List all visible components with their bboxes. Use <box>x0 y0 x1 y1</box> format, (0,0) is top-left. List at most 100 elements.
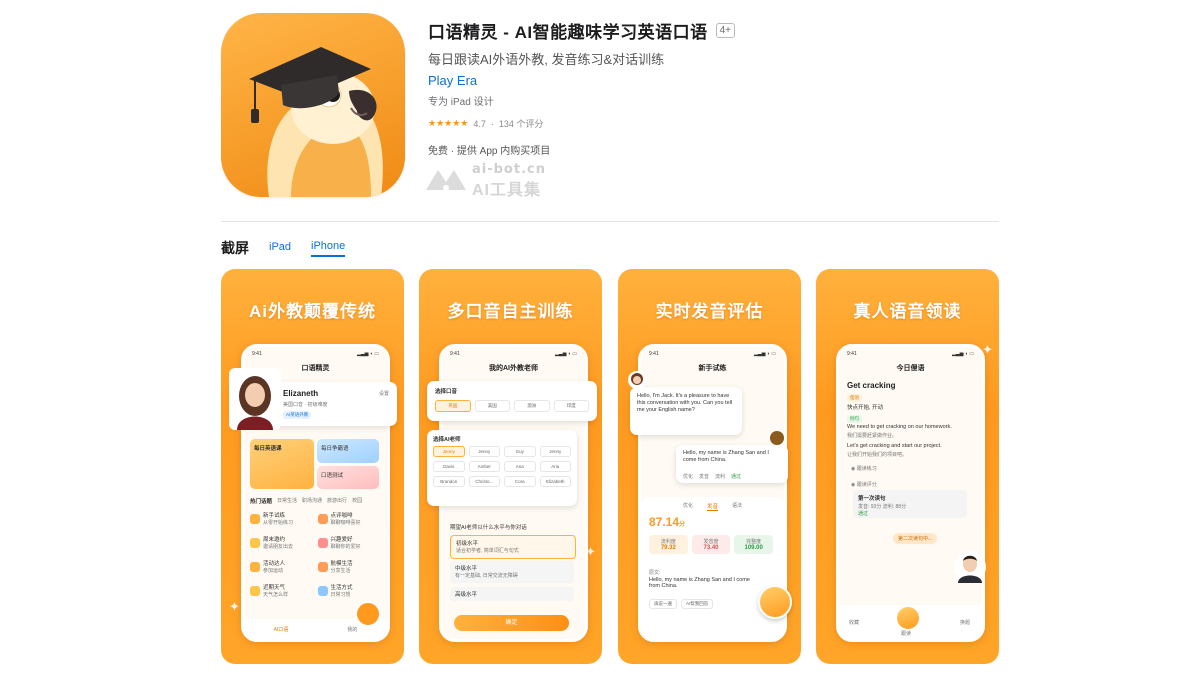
card-headline: Ai外教颠覆传统 <box>249 302 376 321</box>
designed-for-label: 专为 iPad 设计 <box>428 97 494 108</box>
search-icon[interactable] <box>770 431 784 445</box>
screenshot-card-2[interactable]: 多口音自主训练 ✦ 9:41 ▂▃▅ ◗ ▭ 我的AI外教老师 期望AI老师以什么… <box>419 269 602 664</box>
accent-option[interactable]: 英国 <box>435 400 471 412</box>
tab-hot[interactable]: 热门话题 <box>250 497 272 505</box>
tab-travel[interactable]: 旅游出行 <box>327 497 347 505</box>
slang-meaning: 快点开始, 开动 <box>847 405 884 411</box>
rating-count: 134 个评分 <box>498 119 544 129</box>
example-tag: 例句 <box>847 415 862 423</box>
metric-fluency: 流利度 79.32 <box>649 535 688 554</box>
list-item[interactable]: 生活方式 日常习惯 <box>317 583 382 598</box>
original-label: 原文: <box>649 570 661 576</box>
eval-tab[interactable]: 发音 <box>706 502 718 511</box>
teacher-option[interactable]: Ana <box>504 461 536 472</box>
speaking-test-tile[interactable]: 口语测试 <box>317 466 379 489</box>
tab-daily[interactable]: 日常生活 <box>277 497 297 505</box>
screenshots-header: 截屏 iPad iPhone <box>221 238 346 258</box>
watermark-name: AI工具集 <box>472 182 542 199</box>
list-item[interactable]: 兴趣爱好 聊聊你的爱好 <box>317 535 382 550</box>
eval-tab[interactable]: 语法 <box>732 502 742 511</box>
level-option-advanced[interactable]: 高级水平 <box>450 587 574 601</box>
list-item[interactable]: 航模生活 分享生活 <box>317 559 382 574</box>
settings-link[interactable]: 设置 <box>379 390 389 397</box>
accent-option[interactable]: 美国 <box>474 400 510 412</box>
ai-message-text: Hello, I'm Jack. It's a pleasure to have… <box>637 393 733 413</box>
tile-label: 口语测试 <box>321 473 344 479</box>
teacher-option[interactable]: Davis <box>433 461 465 472</box>
example-2-cn: 让我们开始我们的项目吧。 <box>847 452 908 458</box>
retry-pill[interactable]: 再说一遍 <box>649 599 677 609</box>
card-headline: 多口音自主训练 <box>447 302 574 321</box>
accent-options: 英国 美国 澳洲 印度 <box>435 400 589 412</box>
nav-read[interactable]: 跟读 <box>901 630 911 637</box>
ai-answer-pill[interactable]: AI帮我回答 <box>681 599 714 609</box>
practice-step-2: ◉ 跟读评分 <box>851 482 877 488</box>
confirm-button[interactable]: 确定 <box>454 615 569 631</box>
user-message-bubble: Hello, my name is Zhang San and I come f… <box>676 445 788 483</box>
teacher-option[interactable]: Elizabeth <box>539 476 571 487</box>
nav-ai-speaking[interactable]: AI口语 <box>274 626 289 633</box>
attempt-card: 第一次读句 发音: 93分 流利: 88分 通过 <box>853 490 967 518</box>
teacher-option[interactable]: Jenny <box>539 446 571 457</box>
teacher-option[interactable]: Amber <box>468 461 500 472</box>
teacher-meta: 美国口音 · 初级难度 <box>283 402 328 408</box>
screenshot-card-1[interactable]: Ai外教颠覆传统 ✦ 9:41 ▂▃▅ ◗ ▭ 口语精灵 每日英语课 每日争霸语 … <box>221 269 404 664</box>
app-title: 口语精灵 - AI智能趣味学习英语口语 <box>428 23 708 42</box>
daily-lesson-tile[interactable]: 每日英语课 <box>250 439 314 489</box>
teacher-option[interactable]: Brandon <box>433 476 465 487</box>
age-rating-badge: 4+ <box>715 23 736 38</box>
metric-completeness: 完整度 109.00 <box>734 535 773 554</box>
accent-card: 选择口音 英国 美国 澳洲 印度 <box>427 381 597 421</box>
bottom-nav: 收藏 跟读 换题 <box>839 605 982 639</box>
tab-iphone[interactable]: iPhone <box>311 240 346 257</box>
developer-link[interactable]: Play Era <box>428 73 988 88</box>
ai-teacher-avatar <box>628 371 646 389</box>
accent-label: 选择口音 <box>435 389 458 395</box>
tab-campus[interactable]: 校园 <box>352 497 362 505</box>
topic-icon <box>317 561 328 572</box>
status-bar: 9:41 ▂▃▅ ◗ ▭ <box>450 351 577 357</box>
nav-mine[interactable]: 我的 <box>347 626 357 633</box>
status-bar: 9:41 ▂▃▅ ◗ ▭ <box>649 351 776 357</box>
eval-tabs: 优化 发音 语法 <box>641 497 784 511</box>
nav-favorite[interactable]: 收藏 <box>849 619 859 626</box>
level-option-beginner[interactable]: 初级水平 适合初学者, 简单词汇与句式 <box>450 535 576 559</box>
teacher-option[interactable]: Cora <box>504 476 536 487</box>
list-item[interactable]: 新手试练 从零开始练习 <box>250 511 314 526</box>
teacher-option[interactable]: Guy <box>504 446 536 457</box>
tab-ipad[interactable]: iPad <box>269 241 291 256</box>
original-text: Hello, my name is Zhang San and I come f… <box>649 577 750 589</box>
level-option-intermediate[interactable]: 中级水平 有一定基础, 日常交流无障碍 <box>450 561 574 583</box>
example-1-cn: 我们需要赶紧做作业。 <box>847 433 898 439</box>
accent-option[interactable]: 澳洲 <box>514 400 550 412</box>
phone-title: 新手试练 <box>698 365 727 372</box>
phone-title: 我的AI外教老师 <box>489 365 538 372</box>
mic-icon[interactable] <box>897 607 919 629</box>
list-item[interactable]: 活动达人 参加运动 <box>250 559 314 574</box>
teacher-option[interactable]: Aria <box>539 461 571 472</box>
teacher-option[interactable]: Christo... <box>468 476 500 487</box>
screenshot-card-4[interactable]: 真人语音领读 ✦ 9:41 ▂▃▅ ◗ ▭ 今日俚语 Get cracking 俚… <box>816 269 999 664</box>
teacher-option[interactable]: Jenny <box>468 446 500 457</box>
teacher-options: Jenny Jenny Guy Jenny Davis Amber Ana Ar… <box>433 446 571 487</box>
teacher-name: Elizaneth <box>283 389 319 398</box>
daily-challenge-tile[interactable]: 每日争霸语 <box>317 439 379 463</box>
nav-next[interactable]: 换题 <box>960 619 970 626</box>
teacher-avatar <box>229 368 281 430</box>
list-item[interactable]: 近期天气 天气怎么样 <box>250 583 314 598</box>
sparkle-icon: ✦ <box>229 599 240 614</box>
section-divider <box>221 221 999 222</box>
app-icon <box>221 13 405 197</box>
teacher-select-card: 选择AI老师 Jenny Jenny Guy Jenny Davis Amber… <box>427 430 577 506</box>
teacher-option[interactable]: Jenny <box>433 446 465 457</box>
tab-work[interactable]: 职场沟通 <box>302 497 322 505</box>
presenter-avatar <box>954 551 986 583</box>
screenshot-card-3[interactable]: 实时发音评估 9:41 ▂▃▅ ◗ ▭ 新手试练 优化 发音 语法 87.14分 … <box>618 269 801 664</box>
list-item[interactable]: 点评咖啡 聊聊咖啡喜好 <box>317 511 382 526</box>
accent-option[interactable]: 印度 <box>553 400 589 412</box>
list-item[interactable]: 周末邀约 邀请朋友出去 <box>250 535 314 550</box>
mic-icon[interactable] <box>758 585 792 619</box>
eval-tab[interactable]: 优化 <box>683 502 693 511</box>
app-info: 口语精灵 - AI智能趣味学习英语口语 4+ 每日跟读AI外语外教, 发音练习&… <box>428 18 988 157</box>
mic-button[interactable] <box>355 601 381 627</box>
